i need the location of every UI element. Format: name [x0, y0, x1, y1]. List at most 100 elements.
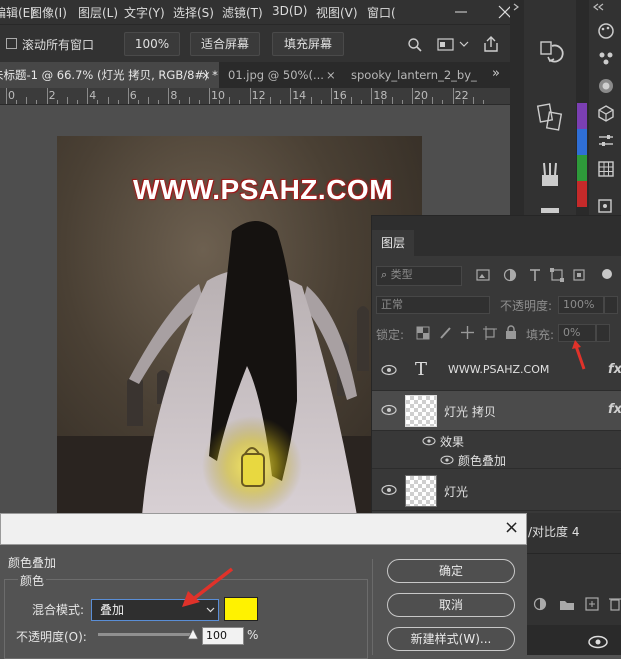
visibility-eye-icon[interactable]: [381, 404, 397, 416]
menu-select[interactable]: 选择(S): [173, 4, 214, 21]
tab-document-2[interactable]: 01.jpg @ 50%(... ×: [222, 62, 340, 88]
fit-screen-button[interactable]: 适合屏幕: [190, 32, 260, 56]
clone-source-icon[interactable]: [536, 102, 564, 132]
ruler-minor-tick: [178, 100, 180, 104]
lock-all-icon[interactable]: [505, 325, 517, 340]
ruler-minor-tick: [351, 97, 353, 104]
adjustments-icon[interactable]: [597, 132, 615, 150]
zoom-100-button[interactable]: 100%: [124, 32, 180, 56]
fill-screen-button[interactable]: 填充屏幕: [272, 32, 344, 56]
history-icon[interactable]: [538, 38, 564, 66]
layer-opacity-input[interactable]: 100%: [558, 296, 604, 314]
filter-adjustment-icon[interactable]: [503, 268, 517, 282]
layer-row-text[interactable]: T WWW.PSAHZ.COM fx: [372, 351, 621, 391]
ruler-tick-label: 20: [414, 89, 428, 102]
gradients-icon[interactable]: [597, 77, 615, 95]
swatches-icon[interactable]: [597, 50, 615, 68]
effects-eye-icon[interactable]: [422, 436, 436, 446]
brushes-icon[interactable]: [538, 160, 562, 190]
annotation-arrow-blend: [182, 567, 234, 607]
adjustment-layer-icon[interactable]: [533, 597, 547, 611]
filter-smart-object-icon[interactable]: [572, 268, 586, 282]
ruler-tick-label: 22: [454, 89, 469, 102]
table-icon[interactable]: [597, 160, 615, 178]
tab-close-icon[interactable]: ×: [201, 62, 211, 88]
filter-type-icon[interactable]: [528, 268, 542, 282]
properties-icon[interactable]: [597, 198, 615, 214]
opacity-slider-handle[interactable]: [187, 628, 199, 640]
tab-document-1[interactable]: 未标题-1 @ 66.7% (灯光 拷贝, RGB/8#) * ×: [0, 62, 219, 88]
workspace-icon[interactable]: [437, 37, 455, 53]
lock-transparent-icon[interactable]: [416, 326, 430, 340]
opacity-dropdown[interactable]: [604, 296, 618, 314]
visibility-eye-icon[interactable]: [381, 484, 397, 496]
layer-name[interactable]: 灯光 拷贝: [444, 403, 496, 420]
swatch-green[interactable]: [577, 155, 587, 181]
ruler-tick-label: 16: [332, 89, 347, 102]
filter-shape-icon[interactable]: [550, 268, 564, 282]
fill-dropdown[interactable]: [596, 324, 610, 342]
ruler-tick: [452, 88, 454, 104]
lock-artboard-icon[interactable]: [483, 326, 497, 340]
layer-name[interactable]: WWW.PSAHZ.COM: [448, 363, 549, 376]
scroll-all-checkbox[interactable]: [6, 38, 17, 49]
dialog-close-icon[interactable]: ×: [504, 517, 519, 538]
menu-window[interactable]: 窗口(: [367, 4, 396, 21]
swatch-red[interactable]: [577, 181, 587, 207]
visibility-eye-icon[interactable]: [381, 364, 397, 376]
blend-mode-select[interactable]: 正常: [376, 296, 490, 314]
menu-type[interactable]: 文字(Y): [124, 4, 165, 21]
effect-color-overlay[interactable]: 颜色叠加: [458, 452, 506, 469]
3d-cube-icon[interactable]: [597, 104, 615, 122]
trash-icon[interactable]: [609, 596, 621, 611]
search-icon[interactable]: [407, 37, 423, 53]
layer-filter-select[interactable]: ⌕ 类型: [376, 266, 462, 286]
opacity-slider-track[interactable]: [98, 633, 194, 636]
minimize-button[interactable]: [441, 0, 481, 24]
ruler-tick: [6, 88, 7, 104]
layer-name-partial[interactable]: /对比度 4: [528, 523, 580, 540]
new-style-button[interactable]: 新建样式(W)...: [387, 627, 515, 651]
lock-label: 锁定:: [376, 328, 405, 342]
layer-filter-label: 类型: [390, 268, 413, 281]
color-palette-icon[interactable]: [597, 22, 615, 40]
layer-fx-badge[interactable]: fx: [608, 402, 621, 417]
tab-layers[interactable]: 图层: [372, 230, 414, 256]
dialog-divider: [372, 559, 373, 655]
expand-panels-icon[interactable]: [591, 2, 605, 12]
lock-pixels-icon[interactable]: [439, 326, 453, 340]
menu-3d[interactable]: 3D(D): [272, 4, 307, 18]
ruler-minor-tick: [472, 97, 474, 104]
brush-tip-icon[interactable]: [538, 205, 562, 215]
share-icon[interactable]: [482, 35, 500, 53]
layer-name[interactable]: 灯光: [444, 483, 468, 500]
layer-row-light-copy[interactable]: 灯光 拷贝 fx: [372, 391, 621, 431]
ok-button[interactable]: 确定: [387, 559, 515, 583]
swatch-blue[interactable]: [577, 129, 587, 155]
chevron-down-icon[interactable]: [459, 41, 469, 49]
menu-view[interactable]: 视图(V): [316, 4, 358, 21]
tab-close-icon[interactable]: ×: [326, 62, 336, 88]
cancel-button[interactable]: 取消: [387, 593, 515, 617]
layer-fx-badge[interactable]: fx: [608, 362, 621, 377]
tab-document-3[interactable]: spooky_lantern_2_by_: [345, 62, 483, 88]
panel-dock-left: [524, 0, 576, 215]
new-layer-icon[interactable]: [585, 597, 599, 611]
opacity-input[interactable]: 100: [202, 627, 244, 645]
collapse-icon[interactable]: [512, 2, 522, 12]
filter-pixel-icon[interactable]: [476, 269, 490, 281]
menu-filter[interactable]: 滤镜(T): [222, 4, 263, 21]
ruler-tick: [127, 88, 129, 104]
effect-eye-icon[interactable]: [440, 455, 454, 465]
document-canvas[interactable]: WWW.PSAHZ.COM: [57, 136, 422, 516]
layers-panel-header: 图层: [372, 216, 621, 256]
menu-layer[interactable]: 图层(L): [78, 4, 118, 21]
lock-position-icon[interactable]: [460, 325, 475, 340]
folder-icon[interactable]: [559, 598, 575, 611]
eye-icon[interactable]: [587, 635, 609, 649]
tabs-overflow-icon[interactable]: »: [492, 66, 500, 81]
menu-image[interactable]: 图像(I): [30, 4, 67, 21]
layer-row-light[interactable]: 灯光: [372, 471, 621, 511]
swatch-purple[interactable]: [577, 103, 587, 129]
filter-toggle-icon[interactable]: [600, 267, 614, 281]
